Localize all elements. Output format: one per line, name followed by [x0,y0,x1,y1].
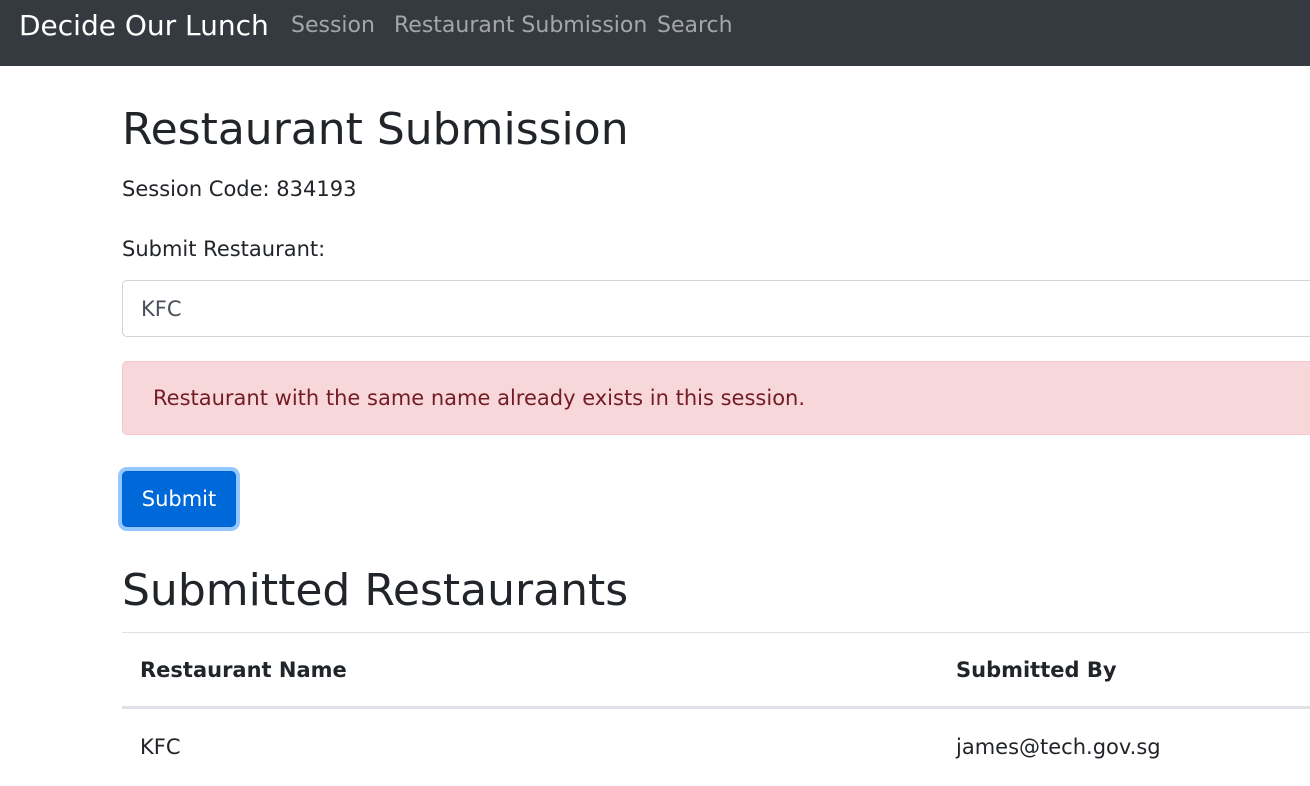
table-header-row: Restaurant Name Submitted By [122,632,1310,708]
column-header-restaurant-name: Restaurant Name [140,657,347,682]
submitted-by-cell: james@tech.gov.sg [956,735,1161,760]
column-header-submitted-by: Submitted By [956,657,1117,682]
brand-link[interactable]: Decide Our Lunch [19,9,269,42]
restaurant-input[interactable] [122,280,1310,337]
session-code: Session Code: 834193 [122,177,357,201]
page-title: Restaurant Submission [122,104,629,155]
error-alert: Restaurant with the same name already ex… [122,361,1310,435]
navbar: Decide Our Lunch Session Restaurant Subm… [0,0,1310,66]
submitted-restaurants-table: Restaurant Name Submitted By KFC james@t… [122,632,1310,786]
submit-button[interactable]: Submit [122,471,236,527]
restaurant-name-cell: KFC [140,735,181,760]
nav-link-session[interactable]: Session [291,13,375,38]
submitted-restaurants-title: Submitted Restaurants [122,565,629,616]
nav-link-search[interactable]: Search [657,13,733,38]
nav-link-restaurant-submission[interactable]: Restaurant Submission [394,13,647,38]
table-row: KFC james@tech.gov.sg [122,708,1310,786]
restaurant-field-label: Submit Restaurant: [122,237,326,261]
